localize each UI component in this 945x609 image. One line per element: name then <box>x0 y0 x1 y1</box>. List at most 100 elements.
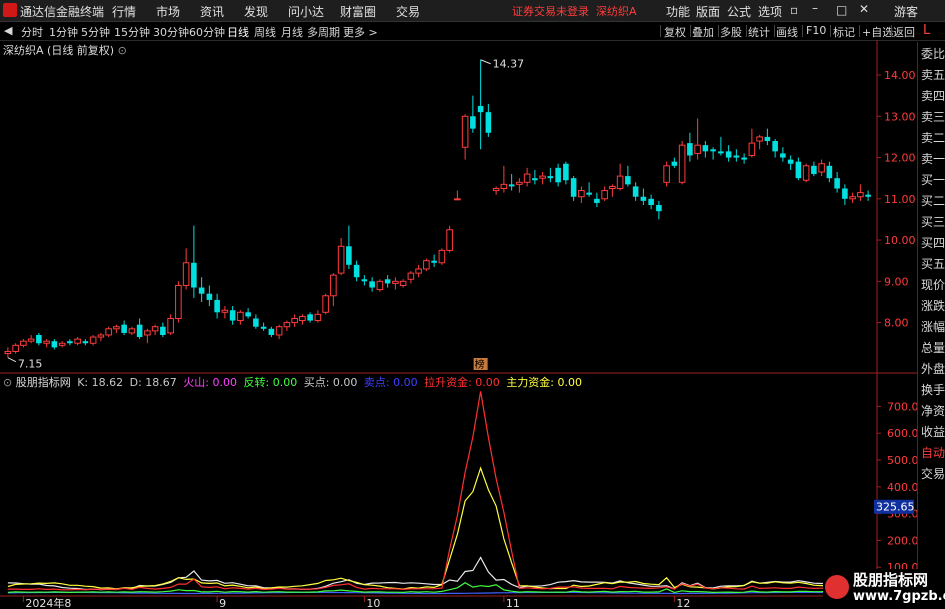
time-tick-label: 2024年8 <box>25 596 71 609</box>
side-panel-item: 卖五 <box>921 68 945 82</box>
candle-body <box>694 144 701 154</box>
toolbar-divider <box>746 25 747 37</box>
menu-item-discover[interactable]: 发现 <box>244 3 268 20</box>
indicator-line-pull-fund <box>7 391 869 591</box>
candle-body <box>4 350 12 355</box>
indicator-value-label: 卖点: 0.00 <box>363 376 422 389</box>
candle-body <box>500 183 508 189</box>
current-value-label: 325.65 <box>876 501 915 514</box>
menu-item-news[interactable]: 资讯 <box>200 3 224 20</box>
candle-body <box>718 151 724 154</box>
menu-item-market[interactable]: 市场 <box>156 3 180 20</box>
candle-body <box>702 145 709 152</box>
side-panel-item: 买三 <box>921 215 945 229</box>
candle-body <box>198 287 205 294</box>
toolbar-divider <box>830 25 831 37</box>
add-watchlist-button[interactable]: +自选 <box>862 24 893 40</box>
close-icon[interactable]: ✕ <box>859 2 869 16</box>
time-tick-label: 11 <box>506 597 520 609</box>
menu-item-options[interactable]: 选项 <box>758 3 782 20</box>
minimize-icon[interactable]: – <box>812 1 818 15</box>
menu-item-assistant[interactable]: 问小达 <box>288 3 324 20</box>
price-tick-label: 14.00 <box>884 69 916 82</box>
candle-body <box>307 314 313 321</box>
candle-body <box>446 229 453 251</box>
f10-button[interactable]: F10 <box>806 24 826 37</box>
period-tab-intraday[interactable]: 分时 <box>21 24 43 40</box>
kline-chart[interactable]: 14.37 7.15 榜 14.00 13.00 12.00 11.00 10.00 9.00… <box>0 40 917 609</box>
side-panel-item: 卖二 <box>921 131 945 145</box>
candle-body <box>237 311 244 322</box>
candle-body <box>43 340 50 344</box>
draw-line-button[interactable]: 画线 <box>776 24 798 40</box>
menu-item-formula[interactable]: 公式 <box>727 3 751 20</box>
statistics-button[interactable]: 统计 <box>748 24 770 40</box>
candle-body <box>136 324 143 338</box>
candle-body <box>128 328 136 334</box>
side-panel-item: 外盘 <box>921 362 945 376</box>
menu-bar: 通达信金融终端 行情 市场 资讯 发现 问小达 财富圈 交易 证券交易未登录 深… <box>0 0 945 22</box>
login-status-warning[interactable]: 证券交易未登录 深纺织A <box>512 3 637 19</box>
side-panel-item: 涨幅 <box>921 320 945 334</box>
mark-button[interactable]: 标记 <box>833 24 855 40</box>
user-icon[interactable]: ▫ <box>790 3 798 17</box>
side-panel-item: 总量 <box>921 341 945 355</box>
side-panel-item[interactable]: 交易 <box>921 464 945 485</box>
indicator-line-main-fund <box>7 466 869 590</box>
indicator-tick-label: 500.0 <box>887 454 917 467</box>
side-panel-item: 卖一 <box>921 152 945 166</box>
period-tab-weekly[interactable]: 周线 <box>254 24 276 40</box>
back-arrow-icon[interactable]: ◀ <box>4 24 12 37</box>
candle-body <box>268 328 275 335</box>
period-tab-60min[interactable]: 60分钟 <box>189 24 225 40</box>
candle-body <box>547 176 554 179</box>
maximize-icon[interactable]: □ <box>836 3 847 17</box>
menu-item-wealth[interactable]: 财富圈 <box>340 3 376 20</box>
user-guest[interactable]: 游客 <box>894 3 918 20</box>
menu-item-trade[interactable]: 交易 <box>396 3 420 20</box>
candle-body <box>687 143 693 156</box>
menu-item-layout[interactable]: 版面 <box>696 3 720 20</box>
period-tab-1min[interactable]: 1分钟 <box>49 24 78 40</box>
period-tab-15min[interactable]: 15分钟 <box>114 24 150 40</box>
candle-body <box>415 268 422 274</box>
candle-body <box>384 279 391 284</box>
candle-body <box>648 198 654 205</box>
multi-stock-button[interactable]: 多股 <box>720 24 742 40</box>
period-tab-more[interactable]: 更多 > <box>343 24 378 40</box>
overlay-button[interactable]: 叠加 <box>692 24 714 40</box>
candle-body <box>89 336 97 344</box>
candle-body <box>151 326 159 332</box>
indicator-settings-icon[interactable]: ⊙ <box>3 376 12 389</box>
period-tab-multi[interactable]: 多周期 <box>307 24 340 40</box>
candle-body <box>299 315 306 322</box>
high-price-label: 14.37 <box>493 58 525 71</box>
side-panel-item[interactable]: 自动 <box>921 443 945 464</box>
candle-body <box>594 198 600 203</box>
candle-body <box>337 245 345 274</box>
period-toolbar: ◀ 分时 1分钟 5分钟 15分钟 30分钟 60分钟 日线 周线 月线 多周期… <box>0 22 945 41</box>
menu-item-quotes[interactable]: 行情 <box>112 3 136 20</box>
adjust-button[interactable]: 复权 <box>664 24 686 40</box>
indicator-value-label: 拉升资金: 0.00 <box>424 376 504 389</box>
candle-body <box>523 173 531 183</box>
side-panel-item: 委比 <box>921 47 945 61</box>
indicator-value-label: 反转: 0.00 <box>243 376 301 389</box>
period-tab-5min[interactable]: 5分钟 <box>81 24 110 40</box>
menu-item-functions[interactable]: 功能 <box>666 3 690 20</box>
indicator-title[interactable]: 股朋指标网 <box>16 376 71 389</box>
period-tab-30min[interactable]: 30分钟 <box>153 24 189 40</box>
return-button[interactable]: 返回 <box>893 24 915 40</box>
period-tab-daily[interactable]: 日线 <box>227 24 249 40</box>
candle-body <box>811 165 817 175</box>
candle-body <box>361 279 368 282</box>
candle-body <box>431 260 437 263</box>
price-tick-label: 9.00 <box>884 275 909 288</box>
level2-icon[interactable]: L <box>923 23 930 38</box>
candle-body <box>857 192 864 198</box>
side-panel-item: 卖三 <box>921 110 945 124</box>
candle-body <box>764 136 771 142</box>
candle-body <box>601 190 608 200</box>
candle-body <box>275 326 283 336</box>
period-tab-monthly[interactable]: 月线 <box>281 24 303 40</box>
